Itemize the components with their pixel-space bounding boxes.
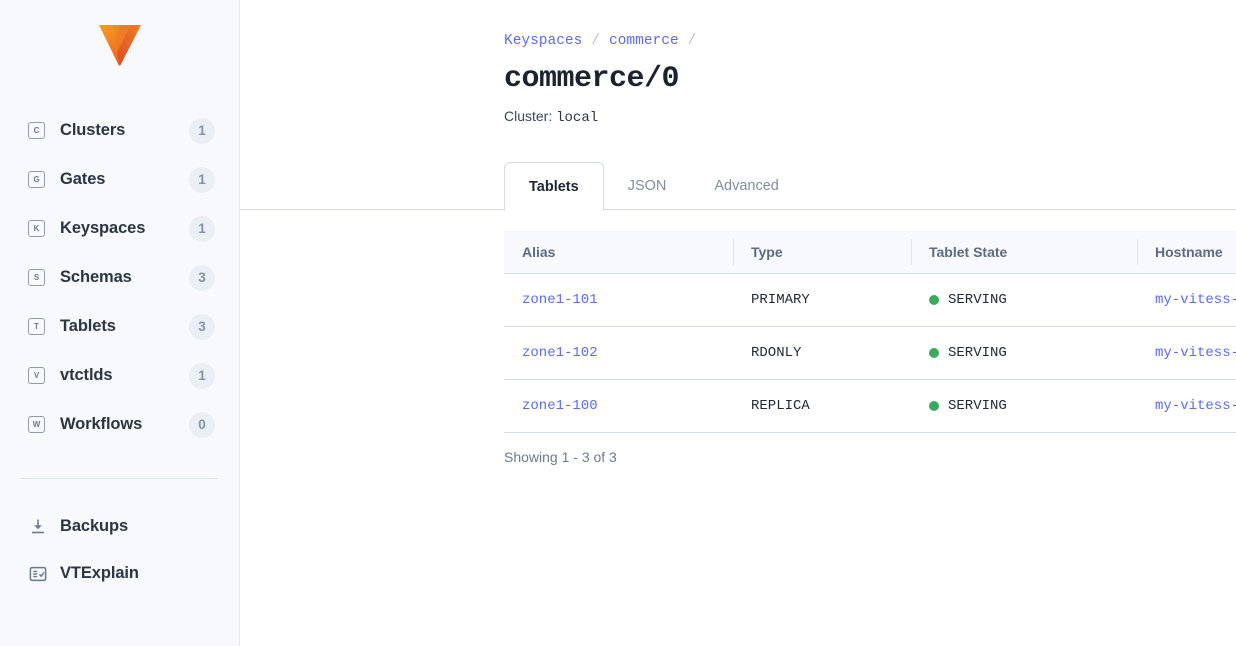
sidebar-badge: 1: [189, 118, 215, 144]
hostname-link[interactable]: my-vitess-vm.lan: [1155, 345, 1236, 361]
sidebar-item-vtexplain[interactable]: VTExplain: [0, 550, 239, 597]
cell-hostname: my-vitess-vm.lan: [1137, 274, 1236, 327]
tablet-state-label: SERVING: [948, 398, 1007, 414]
tab-advanced[interactable]: Advanced: [690, 162, 803, 210]
tablets-icon: T: [28, 318, 45, 335]
primary-nav: C Clusters 1 G Gates 1 K Keyspaces 1 S S…: [0, 106, 239, 449]
sidebar-item-schemas[interactable]: S Schemas 3: [0, 253, 239, 302]
sidebar-item-label: Workflows: [60, 415, 189, 434]
sidebar-badge: 1: [189, 167, 215, 193]
sidebar-badge: 0: [189, 412, 215, 438]
document-check-icon: [28, 564, 48, 584]
table-body: zone1-101 PRIMARY SERVING my-vitess-vm.l…: [504, 274, 1236, 433]
secondary-nav: Backups VTExplain: [0, 503, 239, 597]
breadcrumb-item-keyspaces[interactable]: Keyspaces: [504, 33, 582, 49]
cell-alias: zone1-101: [504, 274, 733, 327]
sidebar-item-label: Gates: [60, 170, 189, 189]
sidebar-badge: 1: [189, 216, 215, 242]
app-root: C Clusters 1 G Gates 1 K Keyspaces 1 S S…: [0, 0, 1236, 646]
sidebar-item-tablets[interactable]: T Tablets 3: [0, 302, 239, 351]
sidebar-item-label: Keyspaces: [60, 219, 189, 238]
tablets-table-container: Alias Type Tablet State Hostname zone1-1…: [504, 231, 1236, 465]
cell-alias: zone1-100: [504, 380, 733, 433]
sidebar-item-label: Tablets: [60, 317, 189, 336]
clusters-icon: C: [28, 122, 45, 139]
hostname-link[interactable]: my-vitess-vm.lan: [1155, 292, 1236, 308]
sidebar-badge: 3: [189, 265, 215, 291]
main-content: Keyspaces / commerce / commerce/0 Cluste…: [240, 0, 1236, 646]
cluster-info: Cluster: local: [504, 108, 1236, 126]
keyspaces-icon: K: [28, 220, 45, 237]
cell-type: PRIMARY: [733, 274, 911, 327]
breadcrumb: Keyspaces / commerce /: [504, 31, 1236, 51]
vitess-logo: [97, 23, 143, 67]
column-header-tablet-state[interactable]: Tablet State: [911, 231, 1137, 274]
tab-json[interactable]: JSON: [604, 162, 691, 210]
vtctlds-icon: V: [28, 367, 45, 384]
cell-tablet-state: SERVING: [911, 327, 1137, 380]
cluster-value: local: [556, 110, 598, 126]
breadcrumb-item-commerce[interactable]: commerce: [609, 33, 679, 49]
sidebar-item-label: VTExplain: [60, 564, 139, 583]
sidebar-item-keyspaces[interactable]: K Keyspaces 1: [0, 204, 239, 253]
cell-hostname: my-vitess-vm.lan: [1137, 327, 1236, 380]
tablets-table: Alias Type Tablet State Hostname zone1-1…: [504, 231, 1236, 433]
table-header: Alias Type Tablet State Hostname: [504, 231, 1236, 274]
sidebar-item-gates[interactable]: G Gates 1: [0, 155, 239, 204]
table-row: zone1-101 PRIMARY SERVING my-vitess-vm.l…: [504, 274, 1236, 327]
cell-hostname: my-vitess-vm.lan: [1137, 380, 1236, 433]
sidebar-item-label: Backups: [60, 517, 128, 536]
sidebar: C Clusters 1 G Gates 1 K Keyspaces 1 S S…: [0, 0, 240, 646]
table-header-row: Alias Type Tablet State Hostname: [504, 231, 1236, 274]
sidebar-divider: [21, 478, 218, 479]
column-header-hostname[interactable]: Hostname: [1137, 231, 1236, 274]
breadcrumb-separator: /: [582, 33, 609, 49]
sidebar-item-vtctlds[interactable]: V vtctlds 1: [0, 351, 239, 400]
cell-tablet-state: SERVING: [911, 380, 1137, 433]
hostname-link[interactable]: my-vitess-vm.lan: [1155, 398, 1236, 414]
gates-icon: G: [28, 171, 45, 188]
table-row: zone1-102 RDONLY SERVING my-vitess-vm.la…: [504, 327, 1236, 380]
tablet-state-label: SERVING: [948, 345, 1007, 361]
sidebar-item-label: Clusters: [60, 121, 189, 140]
schemas-icon: S: [28, 269, 45, 286]
status-dot-icon: [929, 348, 939, 358]
cell-type: RDONLY: [733, 327, 911, 380]
tablet-alias-link[interactable]: zone1-102: [522, 345, 598, 361]
logo-container[interactable]: [0, 16, 239, 74]
cell-tablet-state: SERVING: [911, 274, 1137, 327]
tablet-alias-link[interactable]: zone1-100: [522, 398, 598, 414]
table-row: zone1-100 REPLICA SERVING my-vitess-vm.l…: [504, 380, 1236, 433]
tab-tablets[interactable]: Tablets: [504, 162, 604, 211]
sidebar-item-clusters[interactable]: C Clusters 1: [0, 106, 239, 155]
tab-bar: Tablets JSON Advanced: [504, 162, 1236, 210]
sidebar-item-label: Schemas: [60, 268, 189, 287]
page-title: commerce/0: [504, 62, 1236, 96]
download-icon: [28, 517, 48, 537]
sidebar-item-label: vtctlds: [60, 366, 189, 385]
status-dot-icon: [929, 401, 939, 411]
cluster-label: Cluster:: [504, 108, 552, 124]
status-dot-icon: [929, 295, 939, 305]
sidebar-badge: 1: [189, 363, 215, 389]
tablet-alias-link[interactable]: zone1-101: [522, 292, 598, 308]
tablet-state-label: SERVING: [948, 292, 1007, 308]
sidebar-item-backups[interactable]: Backups: [0, 503, 239, 550]
column-header-type[interactable]: Type: [733, 231, 911, 274]
column-header-alias[interactable]: Alias: [504, 231, 733, 274]
sidebar-item-workflows[interactable]: W Workflows 0: [0, 400, 239, 449]
cell-alias: zone1-102: [504, 327, 733, 380]
cell-type: REPLICA: [733, 380, 911, 433]
sidebar-badge: 3: [189, 314, 215, 340]
workflows-icon: W: [28, 416, 45, 433]
breadcrumb-separator: /: [679, 33, 706, 49]
pagination-summary: Showing 1 - 3 of 3: [504, 449, 1236, 465]
